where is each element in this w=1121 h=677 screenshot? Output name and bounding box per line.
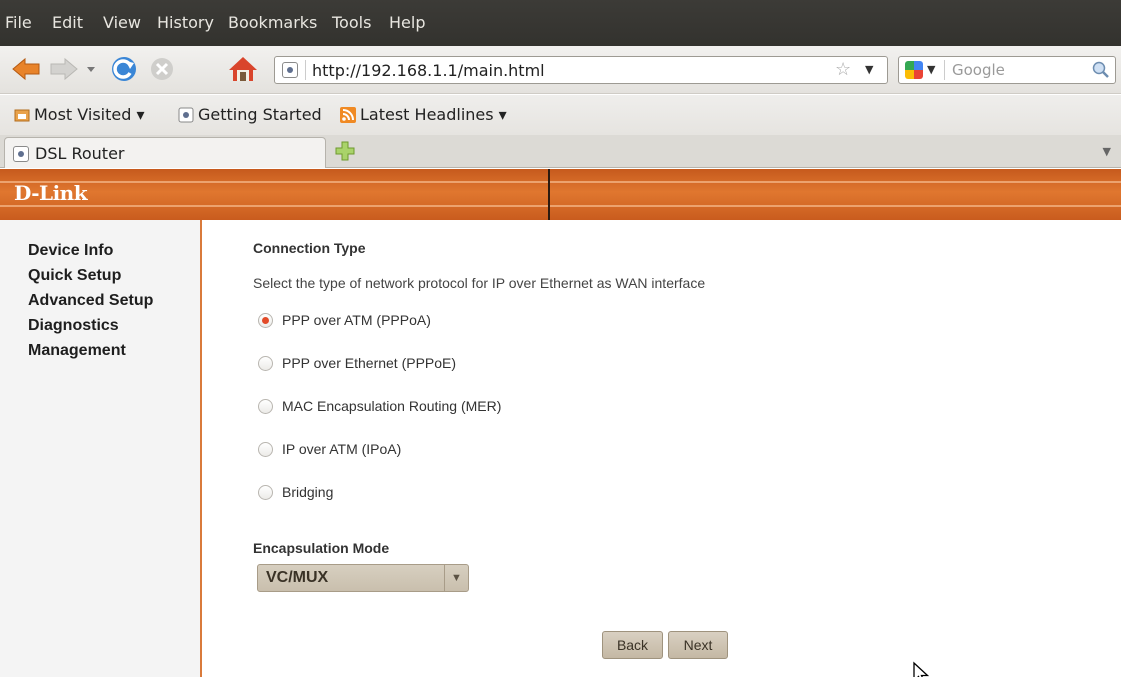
option-label: IP over ATM (IPoA) (282, 441, 402, 457)
radio-pppoa[interactable] (258, 312, 273, 328)
bookmark-label: Latest Headlines ▾ (360, 105, 507, 124)
option-label: MAC Encapsulation Routing (MER) (282, 398, 502, 414)
dlink-header: D-Link (0, 169, 1121, 220)
search-icon[interactable] (1091, 60, 1111, 80)
tab-dsl-router[interactable]: DSL Router (4, 137, 326, 168)
new-tab-plus-icon[interactable] (335, 141, 355, 161)
menu-history[interactable]: History (157, 13, 214, 32)
next-button[interactable]: Next (668, 631, 728, 659)
nav-advanced-setup[interactable]: Advanced Setup (28, 292, 153, 310)
url-dropdown-icon[interactable]: ▼ (865, 63, 873, 76)
encapsulation-mode-heading: Encapsulation Mode (253, 540, 390, 556)
main-content: Connection Type Select the type of netwo… (204, 220, 1121, 677)
option-label: Bridging (282, 484, 334, 500)
chevron-down-icon[interactable]: ▼ (444, 565, 468, 591)
option-label: PPP over Ethernet (PPPoE) (282, 355, 457, 371)
menu-view[interactable]: View (103, 13, 141, 32)
bookmark-label: Most Visited ▾ (34, 105, 145, 124)
tab-list-dropdown-icon[interactable]: ▼ (1103, 145, 1111, 158)
nav-device-info[interactable]: Device Info (28, 242, 113, 260)
nav-quick-setup[interactable]: Quick Setup (28, 267, 121, 285)
bookmark-star-icon[interactable]: ☆ (835, 59, 851, 80)
bookmark-latest-headlines[interactable]: Latest Headlines ▾ (340, 105, 507, 124)
option-label: PPP over ATM (PPPoA) (282, 312, 431, 328)
tab-title: DSL Router (35, 144, 125, 163)
connection-type-heading: Connection Type (253, 240, 366, 256)
home-icon[interactable] (227, 53, 259, 85)
dlink-logo: D-Link (14, 181, 88, 205)
menu-help[interactable]: Help (389, 13, 425, 32)
tab-favicon-icon (13, 146, 29, 162)
url-text[interactable]: http://192.168.1.1/main.html (312, 61, 545, 80)
nav-management[interactable]: Management (28, 342, 126, 360)
radio-mer[interactable] (258, 398, 273, 414)
radio-pppoe[interactable] (258, 355, 273, 371)
option-mer[interactable]: MAC Encapsulation Routing (MER) (258, 398, 501, 414)
option-ipoa[interactable]: IP over ATM (IPoA) (258, 441, 401, 457)
connection-type-description: Select the type of network protocol for … (253, 275, 706, 291)
tab-bar: DSL Router ▼ (0, 135, 1121, 168)
rss-feed-icon (340, 106, 356, 123)
back-button[interactable]: Back (602, 631, 663, 659)
forward-arrow-icon[interactable] (48, 53, 80, 85)
option-bridging[interactable]: Bridging (258, 484, 333, 500)
back-arrow-icon[interactable] (10, 53, 42, 85)
bookmark-label: Getting Started (198, 105, 322, 124)
radio-bridging[interactable] (258, 484, 273, 500)
header-divider (548, 169, 550, 220)
history-dropdown-icon[interactable] (83, 53, 99, 85)
radio-ipoa[interactable] (258, 441, 273, 457)
encapsulation-mode-value: VC/MUX (266, 569, 329, 586)
menu-bookmarks[interactable]: Bookmarks (228, 13, 317, 32)
page-icon (178, 107, 194, 122)
search-input[interactable]: Google (952, 61, 1005, 79)
reload-icon[interactable] (108, 53, 140, 85)
search-engine-dropdown-icon[interactable]: ▼ (927, 63, 935, 76)
bookmarks-toolbar: Most Visited ▾ Getting Started Latest He… (0, 95, 1121, 135)
navigation-toolbar: http://192.168.1.1/main.html ☆ ▼ ▼ Googl… (0, 46, 1121, 94)
option-pppoa[interactable]: PPP over ATM (PPPoA) (258, 312, 431, 328)
encapsulation-mode-select[interactable]: VC/MUX ▼ (257, 564, 469, 592)
bookmark-most-visited[interactable]: Most Visited ▾ (14, 105, 145, 124)
site-favicon-icon (282, 62, 298, 78)
left-navigation: Device Info Quick Setup Advanced Setup D… (0, 220, 202, 677)
folder-icon (14, 109, 30, 121)
menu-edit[interactable]: Edit (52, 13, 83, 32)
bookmark-getting-started[interactable]: Getting Started (178, 105, 322, 124)
option-pppoe[interactable]: PPP over Ethernet (PPPoE) (258, 355, 456, 371)
search-engine-icon[interactable] (905, 61, 923, 79)
mouse-pointer-icon (913, 661, 930, 677)
menu-file[interactable]: File (5, 13, 32, 32)
menu-bar: File Edit View History Bookmarks Tools H… (0, 0, 1121, 46)
url-bar[interactable]: http://192.168.1.1/main.html ☆ ▼ (274, 56, 888, 84)
search-bar[interactable]: ▼ Google (898, 56, 1116, 84)
menu-tools[interactable]: Tools (332, 13, 371, 32)
nav-diagnostics[interactable]: Diagnostics (28, 317, 119, 335)
stop-icon[interactable] (146, 53, 178, 85)
